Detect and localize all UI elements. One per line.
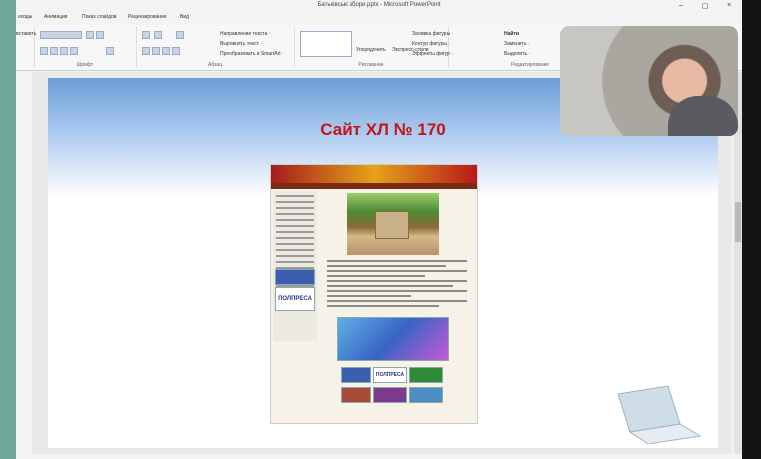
justify-icon[interactable] xyxy=(172,47,180,55)
minimize-button[interactable]: – xyxy=(672,2,690,9)
tab-transitions[interactable]: еходы xyxy=(18,14,32,20)
font-group: Шрифт xyxy=(34,27,137,68)
window-title: Батьківські збори.pptx - Microsoft Power… xyxy=(317,2,441,8)
find-button[interactable]: Найти xyxy=(504,31,519,37)
font-color-icon[interactable] xyxy=(106,47,114,55)
site-bottom-banner-1 xyxy=(341,367,371,383)
align-right-icon[interactable] xyxy=(162,47,170,55)
polpresa-logo: ПОЛПРЕСА xyxy=(275,287,315,311)
site-text-lines xyxy=(327,257,467,310)
drawing-group: Упорядочить Экспресс-стили Заливка фигур… xyxy=(294,27,453,68)
convert-smartart-button[interactable]: Преобразовать в SmartArt · xyxy=(220,51,284,57)
site-side-banner xyxy=(275,269,315,285)
site-bottom-banner-5 xyxy=(409,387,443,403)
text-direction-button[interactable]: Направление текста · xyxy=(220,31,270,37)
scroll-thumb[interactable] xyxy=(735,202,741,242)
indent-icon[interactable] xyxy=(176,31,184,39)
webcam-overlay xyxy=(560,26,738,136)
site-nav-bar xyxy=(271,183,477,189)
clipboard-group: вставить xyxy=(16,27,36,67)
font-size-up-icon[interactable] xyxy=(86,31,94,39)
maximize-button[interactable]: ▢ xyxy=(696,2,714,10)
align-center-icon[interactable] xyxy=(152,47,160,55)
font-name-select[interactable] xyxy=(40,31,82,39)
strikethrough-icon[interactable] xyxy=(70,47,78,55)
font-size-down-icon[interactable] xyxy=(96,31,104,39)
school-building-photo xyxy=(347,193,439,255)
close-button[interactable]: × xyxy=(720,2,738,9)
site-bottom-banner-4 xyxy=(373,387,407,403)
font-group-label: Шрифт xyxy=(76,62,94,68)
numbering-icon[interactable] xyxy=(154,31,162,39)
ribbon-tabs: еходы Анимация Показ слайдов Рецензирова… xyxy=(16,14,742,24)
select-button[interactable]: Выделить · xyxy=(504,51,530,57)
editing-group: Найти Заменить · Выделить · Редактирован… xyxy=(500,27,560,68)
paragraph-group: Направление текста · Выровнять текст · П… xyxy=(136,27,295,68)
polpresa-logo-bottom: ПОЛПРЕСА xyxy=(373,367,407,383)
shape-outline-button[interactable]: Контур фигуры · xyxy=(412,41,450,47)
shapes-gallery[interactable] xyxy=(300,31,352,57)
laptop-decoration xyxy=(617,385,702,444)
align-text-button[interactable]: Выровнять текст · xyxy=(220,41,262,47)
editing-group-label: Редактирование xyxy=(510,62,550,68)
site-bottom-banner-2 xyxy=(409,367,443,383)
paragraph-group-label: Абзац xyxy=(207,62,223,68)
tab-animation[interactable]: Анимация xyxy=(44,14,67,20)
screen-edge xyxy=(742,0,761,459)
tab-slideshow[interactable]: Показ слайдов xyxy=(82,14,116,20)
website-screenshot: ПОЛПРЕСА ПОЛПРЕСА xyxy=(270,164,478,424)
shape-fill-button[interactable]: Заливка фигуры · xyxy=(412,31,453,37)
tab-review[interactable]: Рецензирование xyxy=(128,14,167,20)
site-header-banner xyxy=(271,165,477,183)
tab-view[interactable]: Вид xyxy=(180,14,189,20)
drawing-group-label: Рисование xyxy=(358,62,384,68)
site-bottom-banner-3 xyxy=(341,387,371,403)
bold-icon[interactable] xyxy=(40,47,48,55)
italic-icon[interactable] xyxy=(50,47,58,55)
arrange-button[interactable]: Упорядочить xyxy=(356,47,386,53)
bullets-icon[interactable] xyxy=(142,31,150,39)
site-poster-banner xyxy=(337,317,449,361)
shape-effects-button[interactable]: Эффекты фигур · xyxy=(412,51,453,57)
site-sidebar xyxy=(273,191,317,341)
replace-button[interactable]: Заменить · xyxy=(504,41,530,47)
align-left-icon[interactable] xyxy=(142,47,150,55)
underline-icon[interactable] xyxy=(60,47,68,55)
